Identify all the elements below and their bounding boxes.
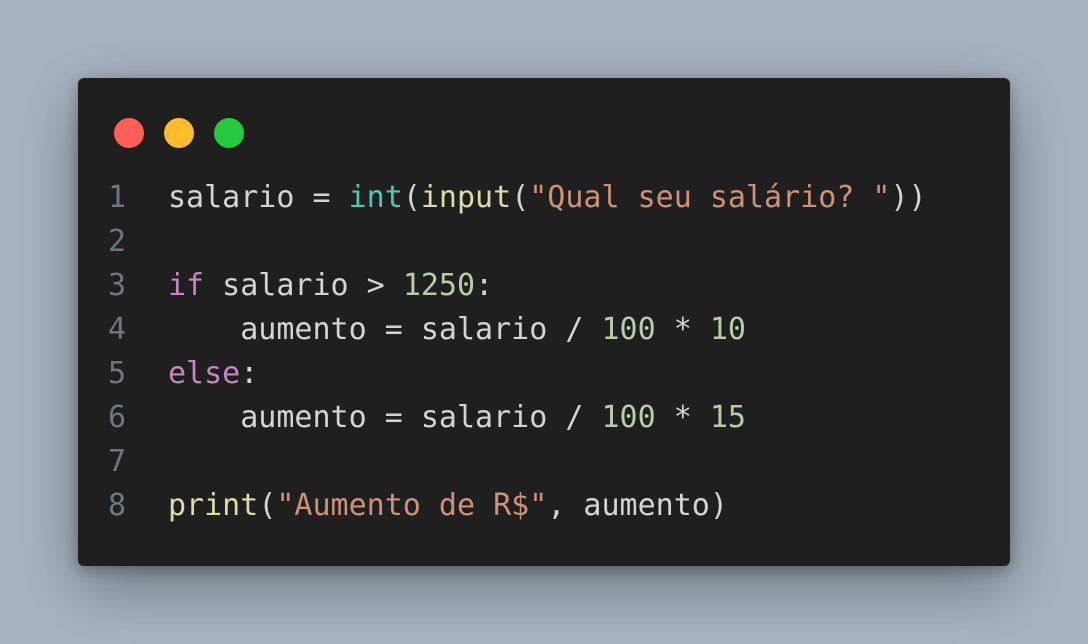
code-token: aumento = salario / bbox=[168, 312, 602, 347]
code-token: : bbox=[240, 356, 259, 391]
window-controls bbox=[114, 118, 244, 148]
code-token: 100 bbox=[601, 312, 656, 347]
code-line: 1 salario = int(input("Qual seu salário? … bbox=[108, 176, 927, 220]
code-text: if salario > 1250: bbox=[168, 264, 493, 308]
code-token: "Qual seu salário? " bbox=[529, 180, 891, 215]
code-token: input bbox=[420, 180, 512, 215]
code-token: aumento = salario / bbox=[168, 400, 602, 435]
code-text: else: bbox=[168, 352, 258, 396]
line-number: 8 bbox=[108, 488, 127, 523]
minimize-dot-icon[interactable] bbox=[164, 118, 194, 148]
line-number: 4 bbox=[108, 312, 127, 347]
code-token: * bbox=[655, 312, 710, 347]
code-token: if bbox=[168, 268, 205, 303]
code-token: 15 bbox=[709, 400, 746, 435]
code-text: aumento = salario / 100 * 15 bbox=[168, 396, 746, 440]
code-token: ( bbox=[258, 488, 277, 523]
code-token: , aumento) bbox=[547, 488, 728, 523]
code-token: salario bbox=[168, 180, 295, 215]
code-line: 6 aumento = salario / 100 * 15 bbox=[108, 396, 927, 440]
line-number: 1 bbox=[108, 180, 127, 215]
line-number: 7 bbox=[108, 444, 127, 479]
code-token: = bbox=[294, 180, 349, 215]
code-token: print bbox=[168, 488, 259, 523]
line-number: 5 bbox=[108, 356, 127, 391]
line-number: 3 bbox=[108, 268, 127, 303]
close-dot-icon[interactable] bbox=[114, 118, 144, 148]
code-line: 4 aumento = salario / 100 * 10 bbox=[108, 308, 927, 352]
code-line: 7 bbox=[108, 440, 927, 484]
code-token: 10 bbox=[709, 312, 746, 347]
code-token: : bbox=[475, 268, 494, 303]
code-token: )) bbox=[890, 180, 927, 215]
code-text: print("Aumento de R$", aumento) bbox=[168, 484, 728, 528]
code-text: aumento = salario / 100 * 10 bbox=[168, 308, 746, 352]
code-block: 1 salario = int(input("Qual seu salário? … bbox=[108, 176, 927, 528]
code-line: 2 bbox=[108, 220, 927, 264]
code-line: 8 print("Aumento de R$", aumento) bbox=[108, 484, 927, 528]
maximize-dot-icon[interactable] bbox=[214, 118, 244, 148]
code-token: else bbox=[168, 356, 241, 391]
code-token: * bbox=[655, 400, 710, 435]
code-token: ( bbox=[511, 180, 530, 215]
line-number: 2 bbox=[108, 224, 127, 259]
code-token: 1250 bbox=[402, 268, 476, 303]
line-number: 6 bbox=[108, 400, 127, 435]
code-token: ( bbox=[402, 180, 421, 215]
code-window: 1 salario = int(input("Qual seu salário? … bbox=[78, 78, 1010, 566]
code-line: 3 if salario > 1250: bbox=[108, 264, 927, 308]
code-token: int bbox=[348, 180, 403, 215]
code-token: salario > bbox=[204, 268, 403, 303]
code-token: 100 bbox=[601, 400, 656, 435]
code-line: 5 else: bbox=[108, 352, 927, 396]
code-text: salario = int(input("Qual seu salário? "… bbox=[168, 176, 927, 220]
code-token: "Aumento de R$" bbox=[276, 488, 548, 523]
